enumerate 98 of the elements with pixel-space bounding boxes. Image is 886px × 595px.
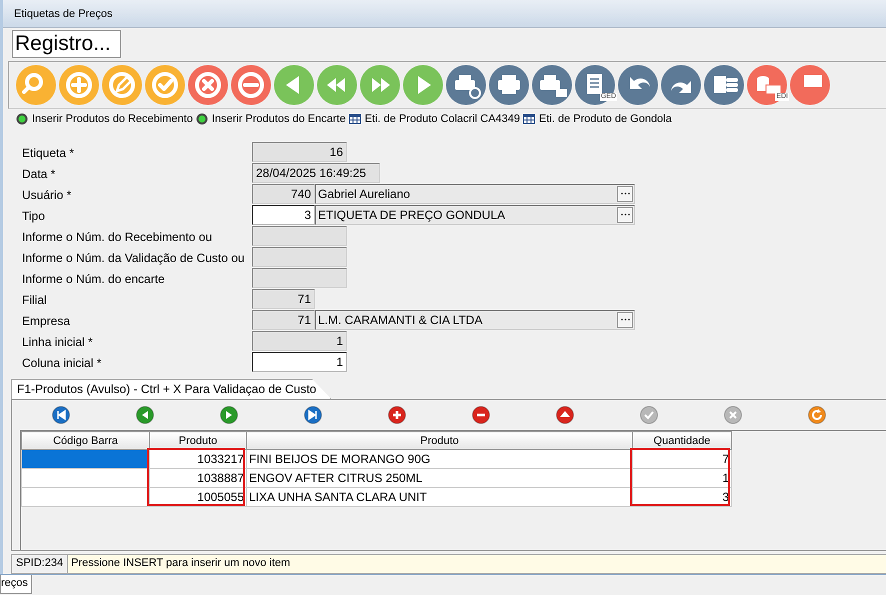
field-label: Tipo [22, 208, 46, 222]
action-link[interactable]: Inserir Produtos do Recebimento [16, 113, 193, 125]
lookup-field[interactable]: ETIQUETA DE PREÇO GONDULA [315, 204, 635, 224]
input-field[interactable]: 16 [252, 142, 347, 162]
document-arrows-icon [704, 65, 744, 105]
document-icon [790, 65, 830, 105]
cross-icon [724, 406, 742, 424]
action-link[interactable]: Eti. de Produto Colacril CA4349 [348, 113, 520, 125]
pencil-icon [102, 65, 142, 105]
tab[interactable]: F1-Produtos (Avulso) - Ctrl + X Para Validaçao de Custo [11, 379, 332, 399]
record-header: Registro... [12, 30, 121, 58]
magnifier-icon [16, 65, 56, 105]
column-header[interactable]: Produto [150, 432, 246, 450]
print-preview-button[interactable] [446, 65, 486, 105]
skip-left-icon [52, 406, 70, 424]
table-cell: 1033217 [150, 450, 246, 468]
table-cell: 7 [632, 450, 732, 468]
table-cell: ENGOV AFTER CITRUS 250ML [246, 468, 632, 488]
field-label: Usuário * [22, 186, 72, 202]
first-record-button[interactable] [52, 406, 70, 424]
previous-record-button[interactable] [136, 406, 154, 424]
redo-button[interactable] [661, 65, 701, 105]
field-label: Linha inicial * [22, 334, 94, 348]
skip-right-icon [304, 406, 322, 424]
input-field[interactable]: 28/04/2025 16:49:25 [252, 162, 380, 182]
browse-button[interactable] [617, 206, 633, 222]
cross-icon [188, 65, 228, 105]
action-link[interactable]: Inserir Produtos do Encarte [196, 113, 346, 125]
first-button[interactable] [317, 65, 357, 105]
action-link[interactable]: Eti. de Produto de Gondola [523, 113, 672, 125]
delete-record-button[interactable] [472, 406, 490, 424]
printer-magnifier-icon [446, 65, 486, 105]
undo-button[interactable] [618, 65, 658, 105]
plus-icon [388, 406, 406, 424]
next-button[interactable] [403, 65, 443, 105]
table-icon [523, 113, 536, 125]
field-label: Data * [22, 166, 56, 180]
field-label: Informe o Núm. do encarte [22, 270, 166, 286]
add-record-button[interactable] [388, 406, 406, 424]
last-button[interactable] [360, 65, 400, 105]
document-icon [575, 65, 615, 105]
table-cell: 1038887 [150, 468, 246, 488]
column-header[interactable]: Código Barra [22, 432, 150, 450]
code-field[interactable]: 3 [252, 204, 315, 224]
lookup-field[interactable]: Gabriel Aureliano [315, 184, 635, 204]
table-icon [348, 113, 361, 125]
window-tab[interactable]: reços [0, 575, 32, 594]
cancel-button[interactable] [188, 65, 228, 105]
table-cell: FINI BEIJOS DE MORANGO 90G [246, 450, 632, 468]
double-right-icon [360, 65, 400, 105]
input-field[interactable] [252, 226, 347, 246]
column-header[interactable]: Produto [246, 432, 632, 450]
minus-icon [472, 406, 490, 424]
printer-icon [489, 65, 529, 105]
last-record-button[interactable] [304, 406, 322, 424]
indicator-light-icon [196, 113, 208, 125]
checkmark-icon [145, 65, 185, 105]
input-field[interactable]: 71 [252, 288, 315, 308]
print-mail-button[interactable] [532, 65, 572, 105]
code-field[interactable]: 740 [252, 184, 315, 204]
field-label: Empresa [22, 312, 72, 328]
table-cell: 1 [632, 468, 732, 488]
print-button[interactable] [489, 65, 529, 105]
plus-icon [59, 65, 99, 105]
printer-envelope-icon [532, 65, 572, 105]
edi-button[interactable] [790, 65, 830, 105]
indicator-light-icon [16, 113, 28, 125]
double-left-icon [317, 65, 357, 105]
lookup-field[interactable]: L.M. CARAMANTI & CIA LTDA [315, 310, 635, 330]
browse-button[interactable] [617, 186, 633, 202]
table-cell: LIXA UNHA SANTA CLARA UNIT [246, 488, 632, 506]
column-header[interactable]: Quantidade [632, 432, 732, 450]
field-label: Informe o Núm. do Recebimento ou [22, 228, 214, 244]
window-title: Etiquetas de Preços [14, 8, 112, 20]
add-button[interactable] [59, 65, 99, 105]
input-field[interactable]: 1 [252, 352, 347, 372]
field-label: Coluna inicial * [22, 354, 102, 370]
minus-icon [231, 65, 271, 105]
input-field[interactable] [252, 268, 347, 288]
field-label: Etiqueta * [22, 144, 76, 160]
refresh-button[interactable] [808, 406, 826, 424]
checkmark-icon [640, 406, 658, 424]
status-message: Pressione INSERT para inserir um novo item [68, 555, 886, 573]
edit-button[interactable] [102, 65, 142, 105]
next-record-button[interactable] [220, 406, 238, 424]
input-field[interactable] [252, 246, 347, 266]
field-label: Filial [22, 292, 48, 306]
browse-button[interactable] [617, 312, 633, 328]
remove-button[interactable] [231, 65, 271, 105]
database-icon [747, 65, 787, 105]
code-field[interactable]: 71 [252, 310, 315, 330]
input-field[interactable]: 1 [252, 330, 347, 350]
move-up-button[interactable] [556, 406, 574, 424]
field-label: Informe o Núm. da Validação de Custo ou [22, 250, 246, 264]
export-button[interactable] [704, 65, 744, 105]
previous-button[interactable] [274, 65, 314, 105]
confirm-button[interactable] [145, 65, 185, 105]
search-button[interactable] [16, 65, 56, 105]
